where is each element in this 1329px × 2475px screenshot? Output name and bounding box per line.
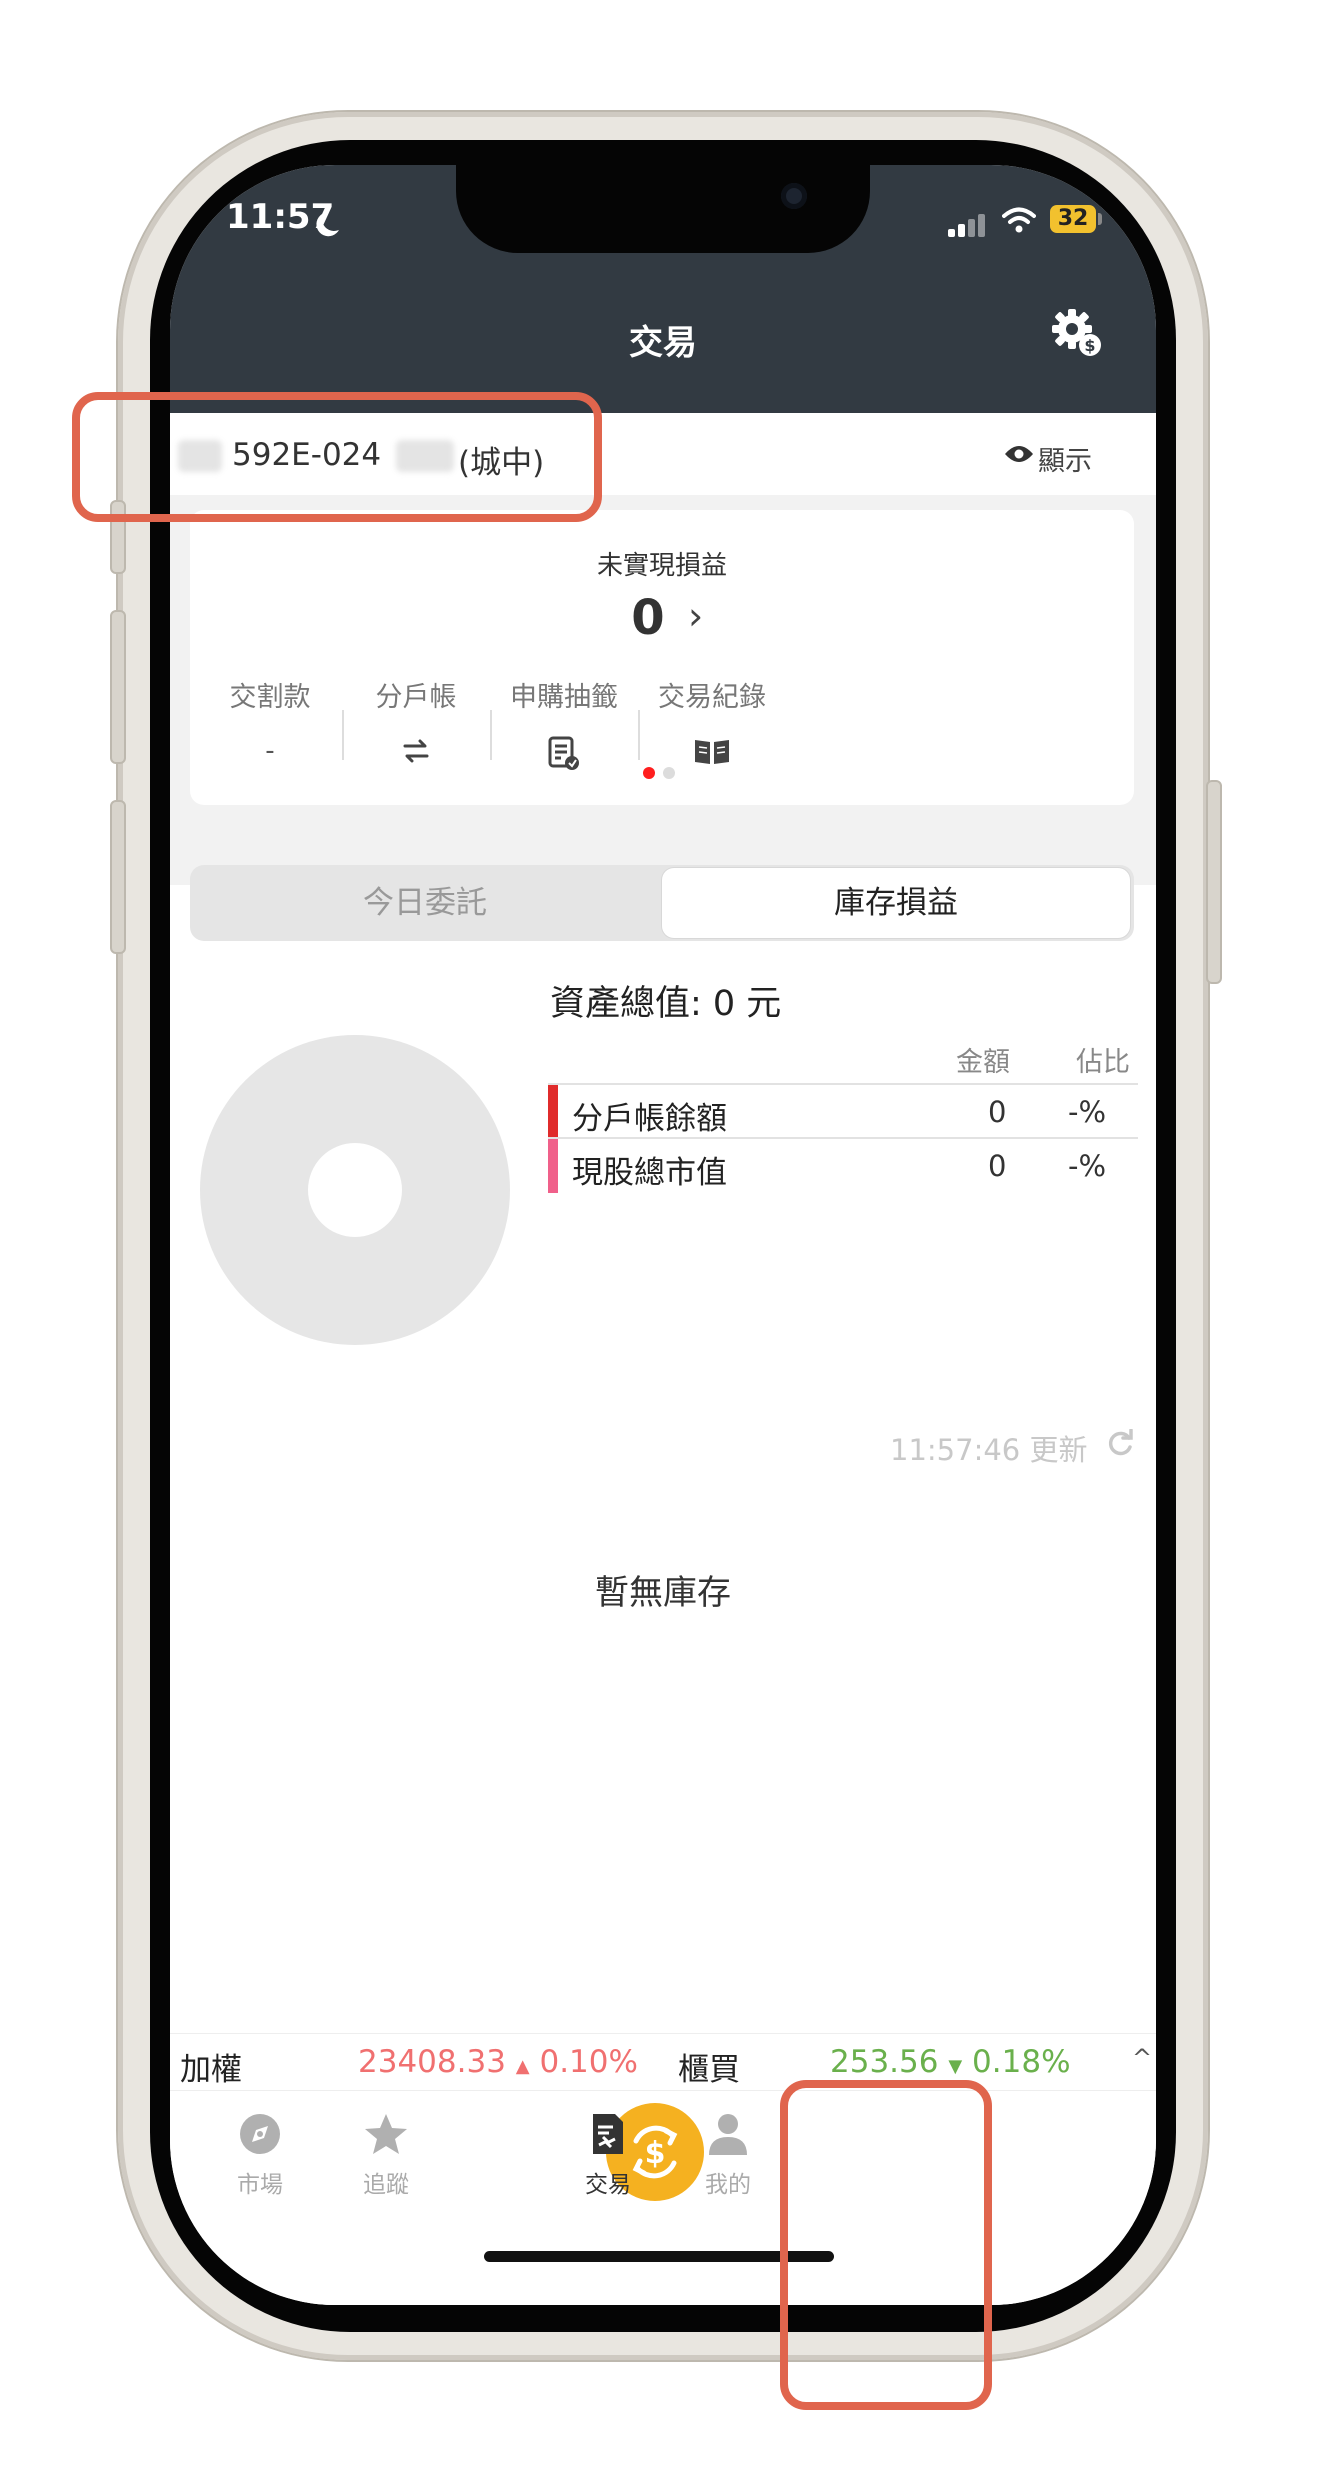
asset-name: 分戶帳餘額 bbox=[572, 1101, 727, 1137]
arrow-down-icon: ▼ bbox=[948, 2056, 963, 2077]
unrealized-pl-value[interactable]: 0 bbox=[176, 590, 1120, 646]
tab-today-orders[interactable]: 今日委託 bbox=[190, 865, 660, 941]
chevron-right-icon[interactable]: › bbox=[688, 594, 703, 638]
settings-gear-icon[interactable]: $ bbox=[1050, 305, 1104, 359]
page-title: 交易 bbox=[629, 323, 697, 363]
nav-label: 市場 bbox=[237, 2172, 283, 2198]
legend-color-swatch bbox=[548, 1139, 558, 1193]
account-highlight-box bbox=[72, 392, 602, 522]
asset-ratio: -% bbox=[1068, 1095, 1107, 1129]
index-quote: 23408.33 ▲ 0.10% bbox=[358, 2044, 638, 2080]
front-camera bbox=[781, 183, 807, 209]
camera-notch bbox=[456, 165, 870, 253]
user-icon bbox=[709, 2114, 747, 2155]
legend-color-swatch bbox=[548, 1085, 558, 1139]
transfer-icon bbox=[403, 739, 429, 763]
page-dot[interactable] bbox=[663, 767, 675, 779]
quick-action-trade-history[interactable]: 交易紀錄 bbox=[612, 675, 812, 772]
asset-donut-chart bbox=[200, 1035, 510, 1345]
index-quote: 253.56 ▼ 0.18% bbox=[830, 2044, 1071, 2080]
index-value: 23408.33 bbox=[358, 2044, 506, 2080]
bottom-nav: 市場 追蹤 $ 交易 我的 bbox=[170, 2090, 1156, 2305]
volume-up-button bbox=[110, 610, 126, 764]
tab-inventory-pl[interactable]: 庫存損益 bbox=[662, 868, 1130, 938]
unrealized-pl-label: 未實現損益 bbox=[596, 551, 727, 581]
index-change: 0.18% bbox=[972, 2044, 1071, 2080]
summary-card: 未實現損益 0 › 交割款 - 分戶帳 申購抽籤 交易紀錄 bbox=[190, 510, 1134, 805]
refresh-icon[interactable] bbox=[1105, 1429, 1135, 1459]
nav-label: 我的 bbox=[705, 2172, 751, 2198]
nav-watchlist[interactable]: 追蹤 bbox=[326, 2111, 446, 2199]
battery-indicator: 32 bbox=[1050, 205, 1096, 233]
battery-cap bbox=[1098, 213, 1102, 225]
expand-toggle-icon[interactable]: ^ bbox=[1132, 2044, 1152, 2072]
index-name: 櫃買 bbox=[678, 2052, 740, 2088]
index-change: 0.10% bbox=[539, 2044, 638, 2080]
wifi-icon bbox=[1002, 207, 1036, 233]
nav-label: 追蹤 bbox=[363, 2172, 409, 2198]
show-balance-toggle[interactable]: 顯示 bbox=[1038, 439, 1092, 478]
trade-document-icon bbox=[593, 2114, 623, 2154]
compass-icon bbox=[240, 2114, 280, 2154]
update-time: 11:57:46 bbox=[890, 1433, 1021, 1467]
asset-amount: 0 bbox=[988, 1149, 1007, 1183]
empty-inventory-message: 暫無庫存 bbox=[595, 1573, 731, 1613]
index-value: 253.56 bbox=[830, 2044, 939, 2080]
book-icon bbox=[695, 740, 729, 764]
svg-text:$: $ bbox=[1084, 336, 1095, 355]
tab-bar: 今日委託 庫存損益 bbox=[190, 865, 1134, 941]
signal-icon bbox=[948, 213, 988, 237]
asset-ratio: -% bbox=[1068, 1149, 1107, 1183]
app-header: 11:57 32 交易 $ bbox=[170, 165, 1156, 413]
column-header-ratio: 佔比 bbox=[1076, 1047, 1130, 1078]
nav-label: 交易 bbox=[585, 2172, 631, 2198]
donut-hole bbox=[308, 1143, 402, 1237]
index-name: 加權 bbox=[180, 2052, 242, 2088]
trade-tab-highlight-box bbox=[780, 2080, 992, 2410]
column-header-amount: 金額 bbox=[956, 1047, 1010, 1078]
asset-amount: 0 bbox=[988, 1095, 1007, 1129]
nav-market[interactable]: 市場 bbox=[200, 2111, 320, 2199]
update-label: 更新 bbox=[1029, 1433, 1088, 1467]
last-updated: 11:57:46 更新 bbox=[890, 1427, 1087, 1469]
power-button bbox=[1206, 780, 1222, 984]
volume-down-button bbox=[110, 800, 126, 954]
asset-name: 現股總市值 bbox=[572, 1155, 727, 1191]
total-assets-title: 資產總值: 0 元 bbox=[550, 984, 782, 1024]
lottery-doc-icon bbox=[548, 736, 579, 770]
status-time: 11:57 bbox=[226, 197, 335, 237]
quick-action-label: 交易紀錄 bbox=[658, 682, 766, 713]
table-row: 分戶帳餘額 0 -% bbox=[548, 1083, 1138, 1139]
eye-icon[interactable] bbox=[1004, 444, 1034, 464]
star-icon bbox=[365, 2114, 407, 2154]
page-dot-active[interactable] bbox=[643, 767, 655, 779]
index-ticker[interactable]: 加權 23408.33 ▲ 0.10% 櫃買 253.56 ▼ 0.18% ^ bbox=[170, 2033, 1156, 2090]
nav-trade[interactable]: 交易 bbox=[548, 2111, 668, 2199]
arrow-up-icon: ▲ bbox=[515, 2056, 530, 2077]
nav-me[interactable]: 我的 bbox=[668, 2111, 788, 2199]
table-row: 現股總市值 0 -% bbox=[548, 1137, 1138, 1193]
